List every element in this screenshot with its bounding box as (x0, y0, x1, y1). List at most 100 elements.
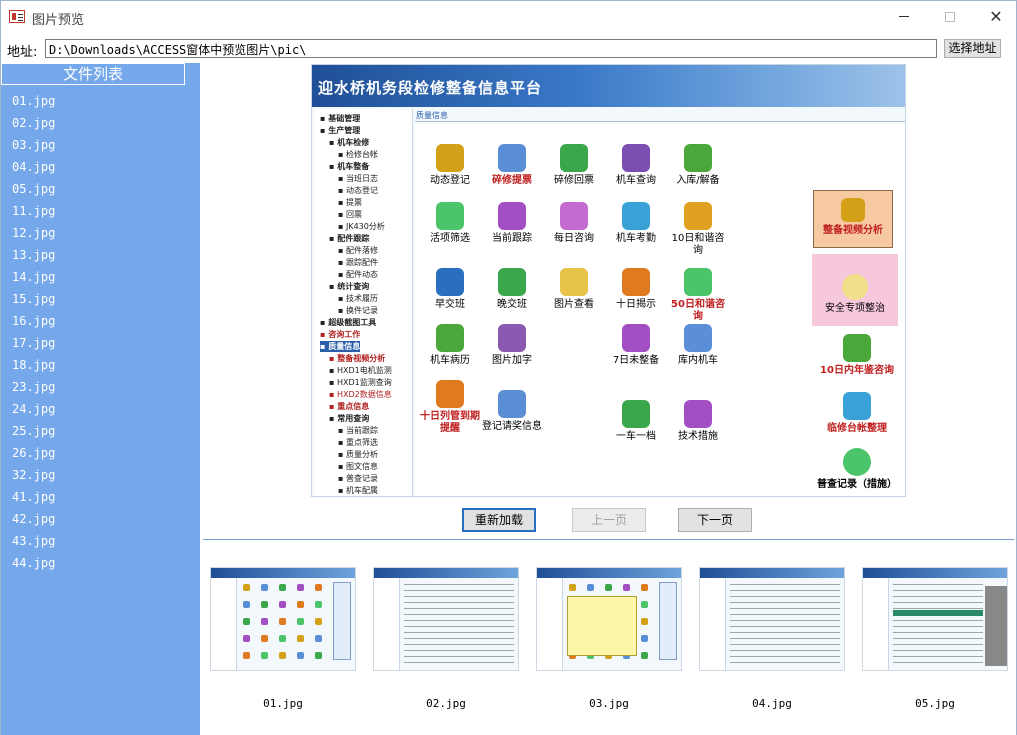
file-list-item[interactable]: 16.jpg (12, 310, 55, 332)
thumbnail-text-line (404, 662, 514, 663)
file-list-item[interactable]: 41.jpg (12, 486, 55, 508)
preview-menu-item: 晚交班 (481, 268, 543, 311)
file-list-item[interactable]: 26.jpg (12, 442, 55, 464)
file-list-item[interactable]: 14.jpg (12, 266, 55, 288)
preview-menu-item: 早交班 (419, 268, 481, 311)
file-list-item[interactable]: 15.jpg (12, 288, 55, 310)
thumbnail-banner (863, 568, 1007, 578)
preview-menu-item: 动态登记 (419, 144, 481, 187)
file-list-item[interactable]: 44.jpg (12, 552, 55, 574)
ten-day-inquiry-label: 10日内年鉴咨询 (820, 365, 894, 376)
preview-menu-item: 7日未整备 (605, 324, 667, 367)
preview-menu-label: 7日未整备 (612, 355, 660, 366)
thumbnail-side-box (333, 582, 351, 660)
close-button[interactable]: ✕ (973, 1, 1017, 32)
tree-node: ▪ 重点筛选 (338, 438, 378, 447)
file-list-item[interactable]: 13.jpg (12, 244, 55, 266)
preview-menu-icon (560, 268, 588, 296)
preview-menu-icon (498, 390, 526, 418)
preview-menu-item: 碎修回票 (543, 144, 605, 187)
thumbnail-icon (641, 652, 648, 659)
file-list-item[interactable]: 01.jpg (12, 90, 55, 112)
tree-node: ▪ 机车检修 (329, 138, 370, 147)
file-list-item[interactable]: 18.jpg (12, 354, 55, 376)
next-page-button[interactable]: 下一页 (678, 508, 752, 532)
thumbnail-icon (243, 601, 250, 608)
thumbnail-icon (297, 601, 304, 608)
previous-page-button[interactable]: 上一页 (572, 508, 646, 532)
thumbnail-text-line (404, 626, 514, 627)
file-list-panel: 文件列表 01.jpg 02.jpg 03.jpg 04.jpg 05.jpg 11.jp… (1, 63, 200, 735)
preview-menu-label: 十日揭示 (616, 299, 656, 310)
file-list-item[interactable]: 25.jpg (12, 420, 55, 442)
thumbnail-image[interactable] (536, 567, 682, 671)
thumbnail-caption: 05.jpg (915, 697, 955, 710)
thumbnail-icon (569, 584, 576, 591)
preview-menu-panel: 整备视频分析 安全专项整治 10日内年鉴咨询 临修台帐整理 普查记录（措施） 动… (415, 121, 905, 496)
preview-menu-icon (684, 268, 712, 296)
file-list-item[interactable]: 43.jpg (12, 530, 55, 552)
thumbnail-icon (261, 652, 268, 659)
file-list-item[interactable]: 23.jpg (12, 376, 55, 398)
thumbnail-text-line (730, 632, 840, 633)
thumbnail-tree (537, 578, 563, 670)
file-list-item[interactable]: 12.jpg (12, 222, 55, 244)
select-address-button[interactable]: 选择地址 (944, 39, 1001, 58)
preview-menu-label: 十日列管到期提醒 (420, 411, 480, 434)
file-list-item[interactable]: 11.jpg (12, 200, 55, 222)
tree-node: ▪ 配件落修 (338, 246, 378, 255)
file-list-item[interactable]: 32.jpg (12, 464, 55, 486)
reload-button[interactable]: 重新加载 (462, 508, 536, 532)
thumbnail-text-line (404, 584, 514, 585)
thumbnail-tree (700, 578, 726, 670)
preview-menu-label: 每日咨询 (554, 233, 594, 244)
file-list-item[interactable]: 03.jpg (12, 134, 55, 156)
tree-node: ▪ HXD1监测查询 (329, 378, 392, 387)
ten-day-inquiry-icon (843, 334, 871, 362)
preview-menu-item: 活项筛选 (419, 202, 481, 245)
preview-menu-label: 晚交班 (497, 299, 527, 310)
ledger-icon (843, 392, 871, 420)
preview-menu-icon (436, 144, 464, 172)
close-icon: ✕ (989, 6, 1003, 26)
file-list-header: 文件列表 (1, 63, 185, 85)
preview-menu-icon (622, 324, 650, 352)
preview-menu-icon (436, 268, 464, 296)
file-list-item[interactable]: 42.jpg (12, 508, 55, 530)
thumbnail-image[interactable] (699, 567, 845, 671)
thumbnail-image[interactable] (373, 567, 519, 671)
thumbnail-caption: 03.jpg (589, 697, 629, 710)
thumbnail-text-line (730, 662, 840, 663)
preview-menu-icon (436, 202, 464, 230)
video-analysis-box: 整备视频分析 (813, 190, 893, 248)
minimize-button[interactable] (881, 1, 927, 32)
preview-menu-icon (684, 144, 712, 172)
thumbnail-image[interactable] (862, 567, 1008, 671)
maximize-button[interactable] (927, 1, 973, 32)
thumbnail-text-line (404, 620, 514, 621)
file-list-item[interactable]: 02.jpg (12, 112, 55, 134)
thumbnail-text-line (404, 614, 514, 615)
title-bar: 图片预览 ✕ (1, 1, 1016, 32)
file-list-item[interactable]: 17.jpg (12, 332, 55, 354)
file-list-item[interactable]: 24.jpg (12, 398, 55, 420)
file-list: 01.jpg 02.jpg 03.jpg 04.jpg 05.jpg 11.jpg 12.j… (12, 90, 55, 574)
preview-menu-item: 每日咨询 (543, 202, 605, 245)
preview-menu-label: 50日和谐咨询 (671, 299, 725, 322)
preview-menu-item: 碎修提票 (481, 144, 543, 187)
tree-node: ▪ 机车整备 (329, 162, 370, 171)
tree-node: ▪ HXD1电机监测 (329, 366, 392, 375)
file-list-item[interactable]: 04.jpg (12, 156, 55, 178)
thumbnail-image[interactable] (210, 567, 356, 671)
file-list-item[interactable]: 05.jpg (12, 178, 55, 200)
preview-menu-label: 早交班 (435, 299, 465, 310)
tree-node: ▪ 回票 (338, 210, 362, 219)
thumbnail-caption: 04.jpg (752, 697, 792, 710)
preview-menu-label: 入库/解备 (676, 175, 720, 186)
thumbnail-text-line (404, 596, 514, 597)
thumbnail-icon (279, 618, 286, 625)
thumbnail-icon (315, 635, 322, 642)
address-input[interactable]: D:\Downloads\ACCESS窗体中预览图片\pic\ (45, 39, 937, 58)
thumbnail-side-box (659, 582, 677, 660)
safety-rectification-box: 安全专项整治 (812, 254, 898, 326)
